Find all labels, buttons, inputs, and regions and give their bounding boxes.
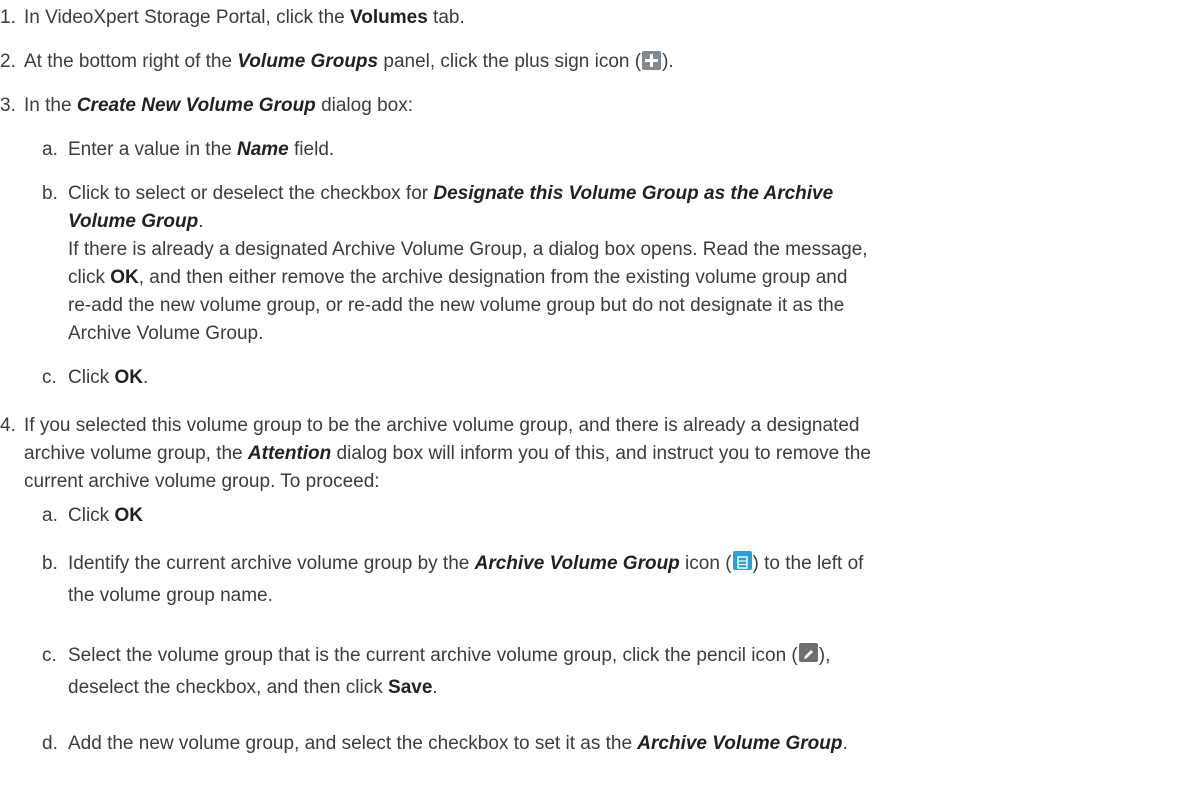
substep-letter: a. (42, 139, 58, 160)
designate-checkbox-ref-cont: Volume Group (68, 211, 199, 232)
step-text: , and then either remove the archive des… (138, 267, 848, 288)
step-text: dialog box will inform you of this, and … (331, 443, 871, 464)
step-text: Select the volume group that is the curr… (68, 645, 798, 666)
step-text: If there is already a designated Archive… (68, 239, 868, 260)
procedure-document: 1. In VideoXpert Storage Portal, click t… (0, 0, 1185, 807)
volume-groups-ref: Volume Groups (237, 51, 379, 72)
step-number: 1. (0, 7, 16, 28)
name-field-ref: Name (237, 139, 289, 160)
step-text: At the bottom right of the (24, 51, 238, 72)
step-text: Click to select or deselect the checkbox… (68, 183, 434, 204)
step-text: field. (288, 139, 335, 160)
step-text: In the (24, 95, 77, 116)
step-text: Enter a value in the (68, 139, 237, 160)
substep-letter: c. (42, 367, 57, 388)
step-text: Add the new volume group, and select the… (68, 733, 638, 754)
step-text: ). (662, 51, 674, 72)
step-text: panel, click the plus sign icon ( (378, 51, 642, 72)
substep-letter: b. (42, 183, 58, 204)
step-text: If you selected this volume group to be … (24, 415, 860, 436)
attention-dialog-ref: Attention (247, 443, 332, 464)
ok-ref: OK (110, 267, 139, 288)
step-text: . (142, 367, 149, 388)
step-number: 4. (0, 415, 16, 436)
step-text: In VideoXpert Storage Portal, click the (24, 7, 350, 28)
step-number: 3. (0, 95, 16, 116)
ok-ref: OK (114, 505, 143, 526)
step-text: re-add the new volume group, or re-add t… (68, 295, 845, 316)
step-text: tab. (427, 7, 465, 28)
pencil-icon (798, 643, 818, 662)
step-text: dialog box: (315, 95, 413, 116)
save-ref: Save (388, 677, 433, 698)
step-text: deselect the checkbox, and then click (68, 677, 389, 698)
step-text: . (198, 211, 204, 232)
step-text: Identify the current archive volume grou… (68, 553, 475, 574)
step-text: archive volume group, the (24, 443, 248, 464)
step-text: . (432, 677, 438, 698)
substep-letter: a. (42, 505, 58, 526)
step-text: Archive Volume Group. (68, 323, 264, 344)
archive-volume-group-ref: Archive Volume Group (637, 733, 843, 754)
create-dialog-ref: Create New Volume Group (76, 95, 316, 116)
plus-icon (642, 51, 662, 70)
step-text: Click (68, 367, 115, 388)
ok-ref: OK (114, 367, 143, 388)
substep-letter: d. (42, 733, 58, 754)
step-text: current archive volume group. To proceed… (24, 471, 380, 492)
archive-volume-group-icon (732, 551, 752, 570)
designate-checkbox-ref: Designate this Volume Group as the Archi… (433, 183, 834, 204)
volumes-tab-ref: Volumes (350, 7, 428, 28)
step-text: Click (68, 505, 115, 526)
substep-letter: c. (42, 645, 57, 666)
step-text: ), (818, 645, 831, 666)
step-text: icon ( (679, 553, 732, 574)
archive-volume-group-ref: Archive Volume Group (474, 553, 680, 574)
step-text: . (842, 733, 848, 754)
step-text: ) to the left of (752, 553, 864, 574)
substep-letter: b. (42, 553, 58, 574)
step-text: click (68, 267, 111, 288)
step-text: the volume group name. (68, 585, 273, 606)
step-number: 2. (0, 51, 16, 72)
